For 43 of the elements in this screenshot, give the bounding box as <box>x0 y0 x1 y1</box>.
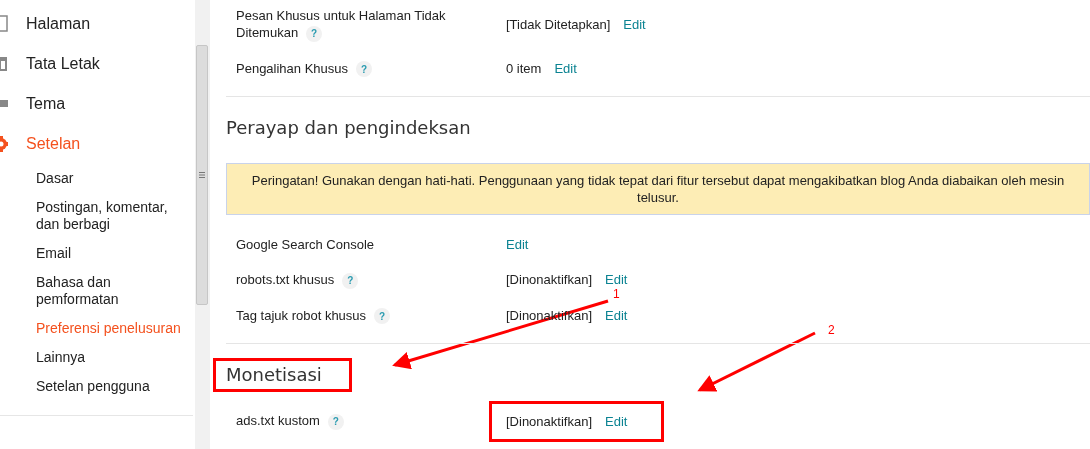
sidebar-subitem[interactable]: Preferensi penelusuran <box>0 314 195 343</box>
edit-link[interactable]: Edit <box>506 236 529 254</box>
setting-label: Google Search Console <box>236 236 376 254</box>
gear-icon <box>0 135 9 153</box>
annotation-number: 1 <box>613 288 620 301</box>
edit-link[interactable]: Edit <box>605 306 628 324</box>
sidebar-subitem[interactable]: Bahasa dan pemformatan <box>0 268 195 314</box>
sidebar-subitem[interactable]: Postingan, komentar, dan berbagi <box>0 193 195 239</box>
sidebar-subitem[interactable]: Email <box>0 239 195 268</box>
setting-value: 0 item <box>506 59 542 77</box>
setting-value: [Dinonaktifkan] <box>506 271 592 289</box>
setting-label: ads.txt kustom ? <box>236 412 506 430</box>
help-icon[interactable]: ? <box>306 25 323 42</box>
layout-icon <box>0 55 9 73</box>
sidebar-item[interactable]: Setelan <box>0 124 195 164</box>
setting-value: [Tidak Ditetapkan] <box>506 15 611 33</box>
help-icon[interactable]: ? <box>342 272 359 289</box>
annotation-number: 2 <box>828 324 835 337</box>
help-icon[interactable]: ? <box>356 61 373 78</box>
sidebar-item[interactable]: Tata Letak <box>0 44 195 84</box>
sidebar-item[interactable]: Halaman <box>0 4 195 44</box>
section-heading: Perayap dan pengindeksan <box>225 116 472 141</box>
scrollbar[interactable] <box>195 0 210 449</box>
setting-value: [Dinonaktifkan] <box>506 412 592 430</box>
edit-link[interactable]: Edit <box>605 271 628 289</box>
edit-link[interactable]: Edit <box>623 15 646 33</box>
edit-link[interactable]: Edit <box>554 59 577 77</box>
edit-link[interactable]: Edit <box>605 412 628 430</box>
help-icon[interactable]: ? <box>327 413 344 430</box>
sidebar-item[interactable]: Tema <box>0 84 195 124</box>
grip-icon <box>199 172 205 178</box>
page-icon <box>0 15 9 33</box>
sidebar-subitem[interactable]: Dasar <box>0 164 195 193</box>
sidebar-subitem[interactable]: Setelan pengguna <box>0 372 195 401</box>
setting-label: Pesan Khusus untuk Halaman Tidak Ditemukan ? <box>236 7 447 42</box>
help-icon[interactable]: ? <box>374 308 391 325</box>
setting-label: robots.txt khusus ? <box>236 271 506 289</box>
section-heading: Monetisasi <box>213 358 352 393</box>
setting-label: Pengalihan Khusus ? <box>236 59 506 78</box>
sidebar-subitem[interactable]: Lainnya <box>0 343 195 372</box>
scrollbar-thumb[interactable] <box>196 45 208 305</box>
setting-label: Tag tajuk robot khusus ? <box>236 306 506 325</box>
warning-notice: Peringatan! Gunakan dengan hati-hati. Penggunaan yang tidak tepat dari fitur tersebut dapat mengakibatkan blog Anda diabaikan oleh mesin telusur. <box>226 163 1090 216</box>
